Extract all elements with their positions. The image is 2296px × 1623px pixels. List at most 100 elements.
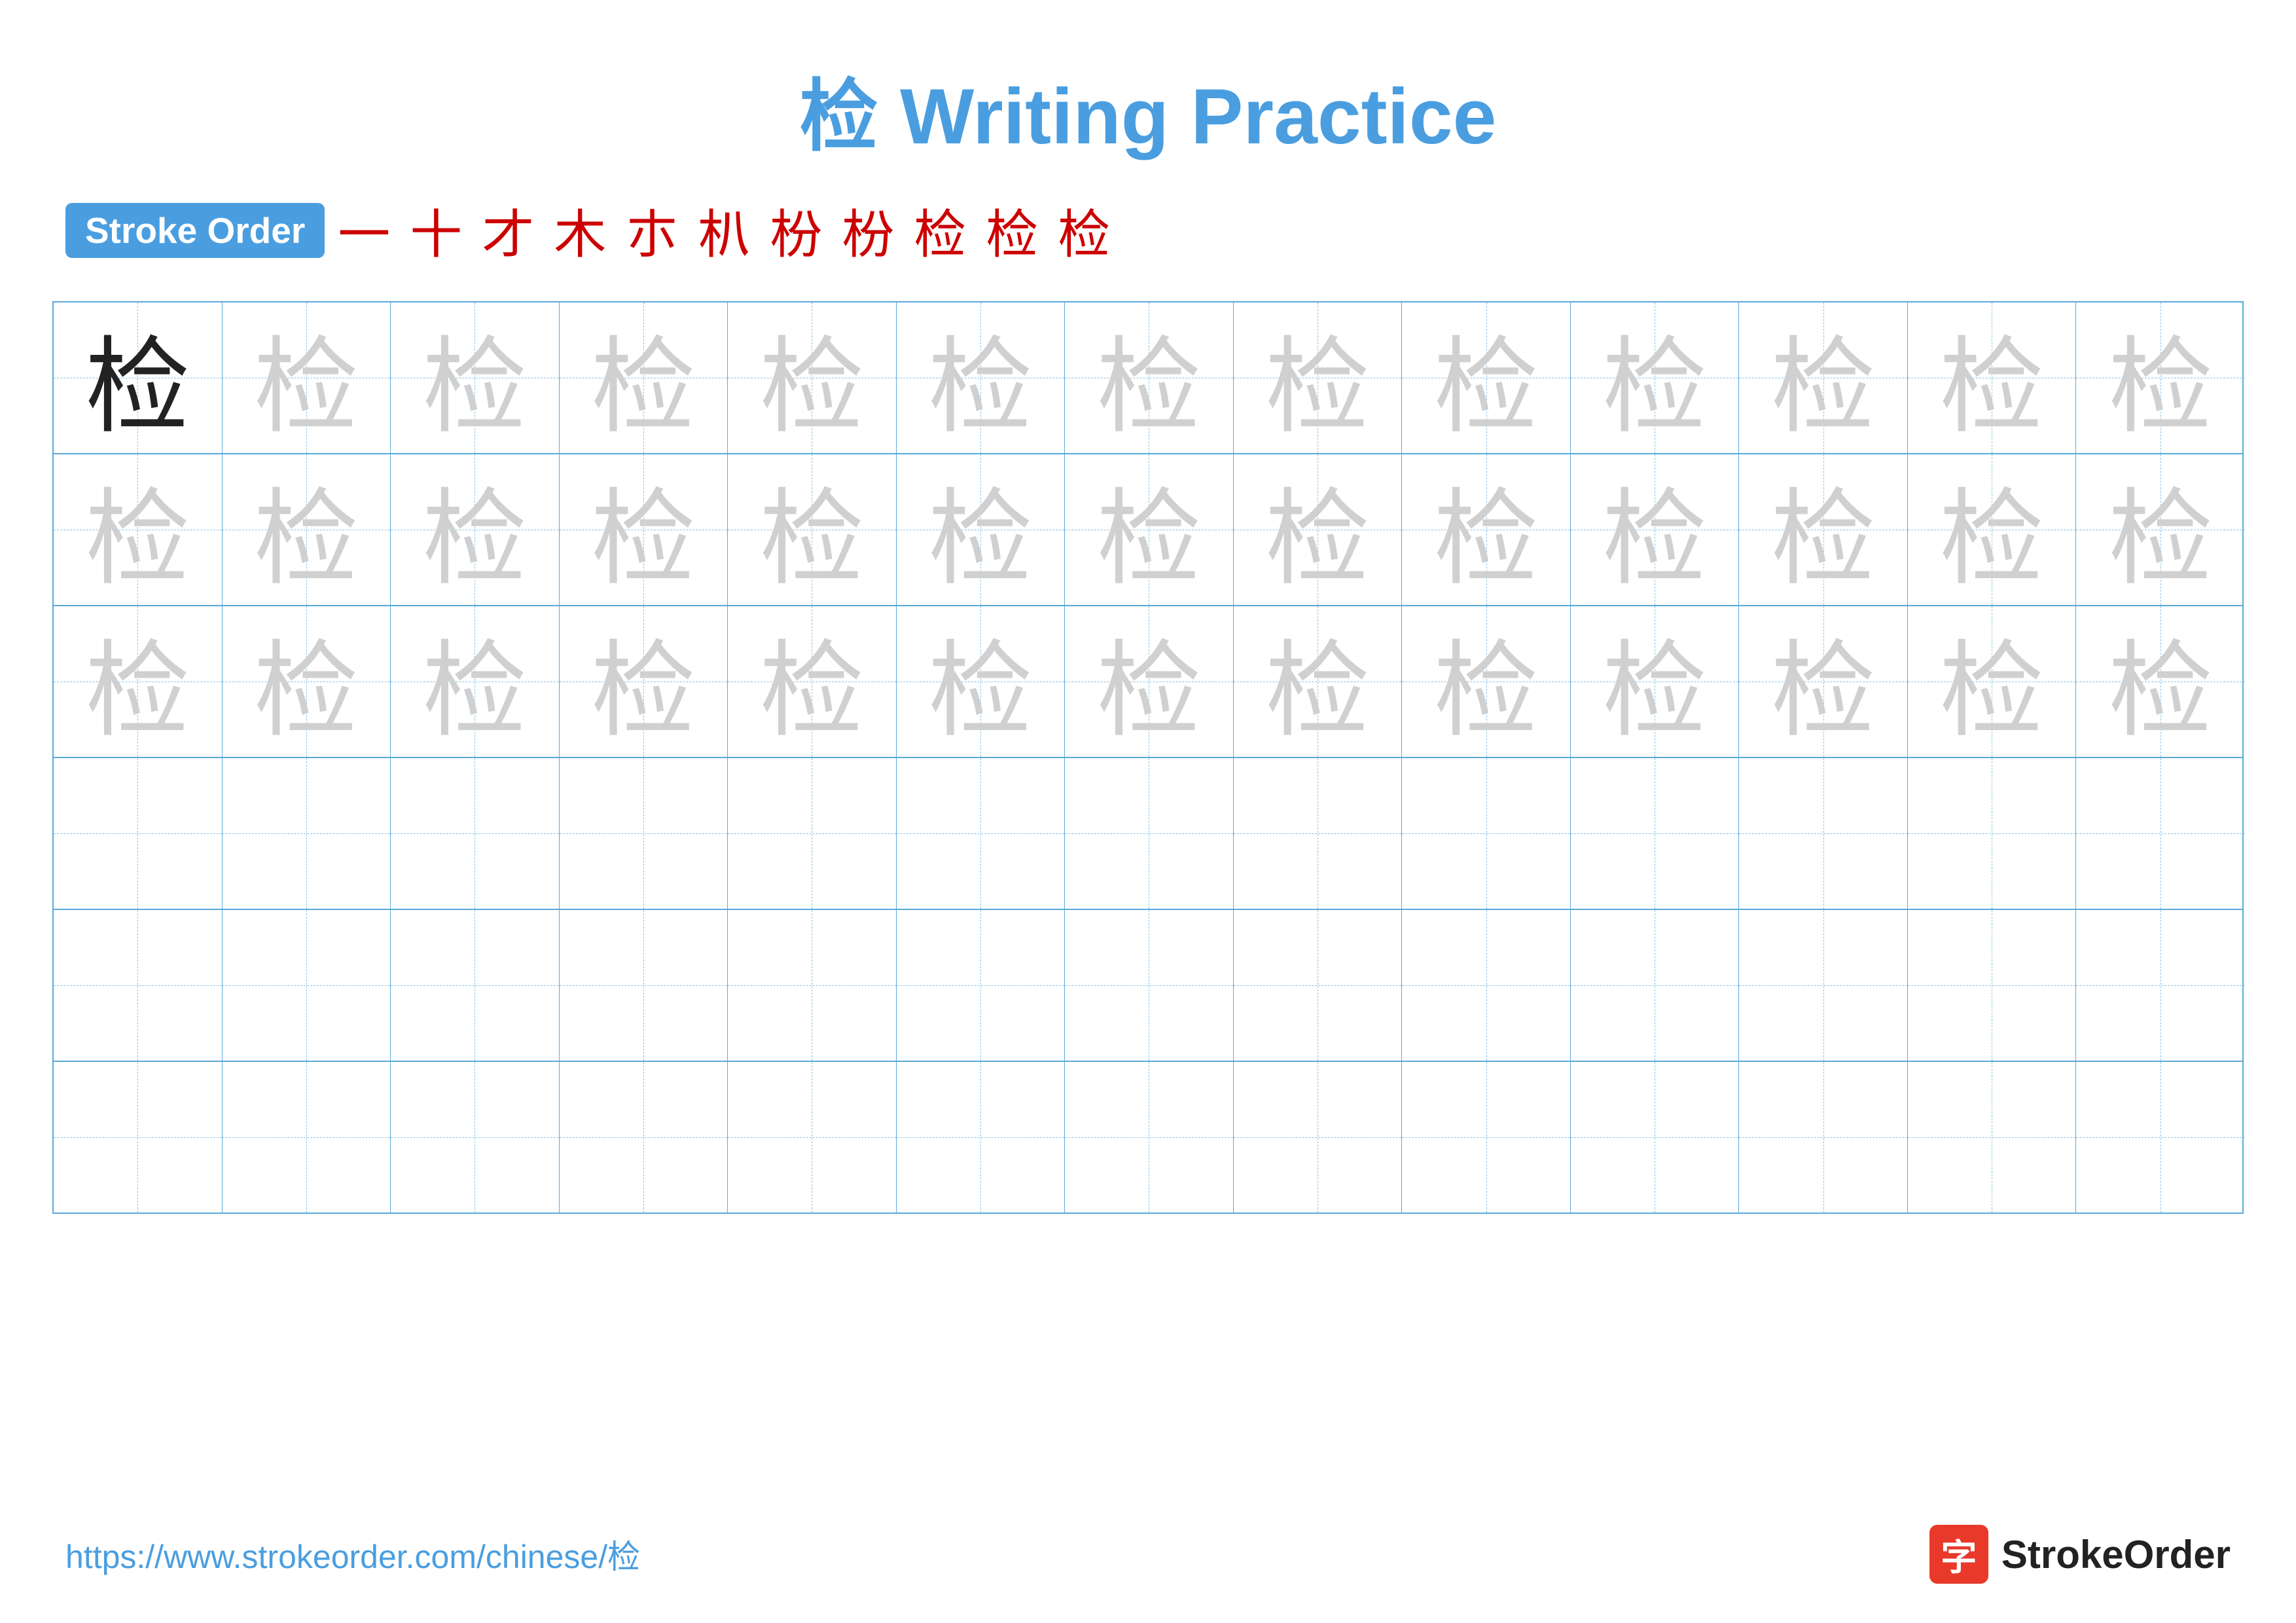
- cell-2-5[interactable]: 检: [728, 454, 897, 605]
- stroke-order-badge: Stroke Order: [65, 203, 325, 258]
- stroke-1: 一: [338, 192, 390, 268]
- page-title: 检 Writing Practice: [800, 73, 1497, 160]
- cell-6-8[interactable]: [1234, 1062, 1403, 1213]
- cell-6-2[interactable]: [223, 1062, 391, 1213]
- cell-4-1[interactable]: [54, 758, 223, 909]
- cell-2-9[interactable]: 检: [1402, 454, 1571, 605]
- cell-6-1[interactable]: [54, 1062, 223, 1213]
- cell-6-5[interactable]: [728, 1062, 897, 1213]
- stroke-11: 检: [1058, 192, 1110, 268]
- cell-3-2[interactable]: 检: [223, 606, 391, 757]
- grid-row-6: [54, 1062, 2242, 1213]
- cell-4-11[interactable]: [1739, 758, 1908, 909]
- cell-5-11[interactable]: [1739, 910, 1908, 1061]
- cell-2-8[interactable]: 检: [1234, 454, 1403, 605]
- strokeorder-logo-icon: 字: [1929, 1525, 1988, 1584]
- stroke-2: 十: [410, 192, 462, 268]
- cell-5-9[interactable]: [1402, 910, 1571, 1061]
- stroke-7: 枌: [770, 192, 822, 268]
- cell-5-3[interactable]: [391, 910, 560, 1061]
- cell-3-10[interactable]: 检: [1571, 606, 1740, 757]
- cell-6-12[interactable]: [1908, 1062, 2077, 1213]
- cell-5-10[interactable]: [1571, 910, 1740, 1061]
- cell-6-10[interactable]: [1571, 1062, 1740, 1213]
- cell-3-8[interactable]: 检: [1234, 606, 1403, 757]
- cell-5-12[interactable]: [1908, 910, 2077, 1061]
- cell-5-5[interactable]: [728, 910, 897, 1061]
- cell-4-4[interactable]: [560, 758, 728, 909]
- cell-2-3[interactable]: 检: [391, 454, 560, 605]
- grid-row-2: 检 检 检 检 检 检 检 检 检 检 检 检 检: [54, 454, 2242, 606]
- cell-1-10[interactable]: 检: [1571, 302, 1740, 453]
- cell-2-6[interactable]: 检: [897, 454, 1066, 605]
- cell-1-11[interactable]: 检: [1739, 302, 1908, 453]
- practice-grid: 检 检 检 检 检 检 检 检 检 检 检 检 检 检 检 检 检 检 检 检 …: [52, 301, 2244, 1214]
- cell-5-2[interactable]: [223, 910, 391, 1061]
- cell-1-7[interactable]: 检: [1065, 302, 1234, 453]
- cell-5-1[interactable]: [54, 910, 223, 1061]
- title-area: 检 Writing Practice: [0, 0, 2296, 166]
- footer-logo: 字 StrokeOrder: [1929, 1525, 2231, 1584]
- cell-4-5[interactable]: [728, 758, 897, 909]
- cell-3-5[interactable]: 检: [728, 606, 897, 757]
- grid-row-3: 检 检 检 检 检 检 检 检 检 检 检 检 检: [54, 606, 2242, 758]
- footer-logo-text: StrokeOrder: [2001, 1532, 2231, 1577]
- cell-2-2[interactable]: 检: [223, 454, 391, 605]
- cell-6-9[interactable]: [1402, 1062, 1571, 1213]
- stroke-6: 朳: [698, 192, 750, 268]
- cell-3-11[interactable]: 检: [1739, 606, 1908, 757]
- cell-4-9[interactable]: [1402, 758, 1571, 909]
- cell-1-8[interactable]: 检: [1234, 302, 1403, 453]
- cell-3-13[interactable]: 检: [2076, 606, 2245, 757]
- cell-1-6[interactable]: 检: [897, 302, 1066, 453]
- cell-5-13[interactable]: [2076, 910, 2245, 1061]
- cell-3-12[interactable]: 检: [1908, 606, 2077, 757]
- cell-2-7[interactable]: 检: [1065, 454, 1234, 605]
- cell-2-12[interactable]: 检: [1908, 454, 2077, 605]
- cell-3-6[interactable]: 检: [897, 606, 1066, 757]
- cell-4-3[interactable]: [391, 758, 560, 909]
- grid-row-1: 检 检 检 检 检 检 检 检 检 检 检 检 检: [54, 302, 2242, 454]
- cell-4-10[interactable]: [1571, 758, 1740, 909]
- stroke-sequence: 一 十 才 木 朩 朳 枌 枌 检 检 检: [338, 192, 1110, 268]
- cell-4-8[interactable]: [1234, 758, 1403, 909]
- cell-4-7[interactable]: [1065, 758, 1234, 909]
- stroke-5: 朩: [626, 192, 678, 268]
- cell-1-4[interactable]: 检: [560, 302, 728, 453]
- cell-1-5[interactable]: 检: [728, 302, 897, 453]
- stroke-4: 木: [554, 192, 606, 268]
- cell-4-13[interactable]: [2076, 758, 2245, 909]
- cell-2-4[interactable]: 检: [560, 454, 728, 605]
- cell-1-9[interactable]: 检: [1402, 302, 1571, 453]
- cell-1-3[interactable]: 检: [391, 302, 560, 453]
- cell-2-13[interactable]: 检: [2076, 454, 2245, 605]
- grid-row-5: [54, 910, 2242, 1062]
- cell-3-4[interactable]: 检: [560, 606, 728, 757]
- cell-2-1[interactable]: 检: [54, 454, 223, 605]
- cell-6-6[interactable]: [897, 1062, 1066, 1213]
- cell-4-12[interactable]: [1908, 758, 2077, 909]
- cell-5-7[interactable]: [1065, 910, 1234, 1061]
- cell-3-7[interactable]: 检: [1065, 606, 1234, 757]
- cell-1-1[interactable]: 检: [54, 302, 223, 453]
- cell-5-8[interactable]: [1234, 910, 1403, 1061]
- cell-2-10[interactable]: 检: [1571, 454, 1740, 605]
- cell-6-4[interactable]: [560, 1062, 728, 1213]
- cell-6-13[interactable]: [2076, 1062, 2245, 1213]
- cell-4-6[interactable]: [897, 758, 1066, 909]
- cell-1-12[interactable]: 检: [1908, 302, 2077, 453]
- cell-6-11[interactable]: [1739, 1062, 1908, 1213]
- cell-4-2[interactable]: [223, 758, 391, 909]
- stroke-10: 检: [986, 192, 1038, 268]
- cell-1-13[interactable]: 检: [2076, 302, 2245, 453]
- cell-1-2[interactable]: 检: [223, 302, 391, 453]
- stroke-3: 才: [482, 192, 534, 268]
- cell-5-6[interactable]: [897, 910, 1066, 1061]
- cell-2-11[interactable]: 检: [1739, 454, 1908, 605]
- cell-6-3[interactable]: [391, 1062, 560, 1213]
- cell-3-3[interactable]: 检: [391, 606, 560, 757]
- cell-3-9[interactable]: 检: [1402, 606, 1571, 757]
- cell-6-7[interactable]: [1065, 1062, 1234, 1213]
- cell-5-4[interactable]: [560, 910, 728, 1061]
- cell-3-1[interactable]: 检: [54, 606, 223, 757]
